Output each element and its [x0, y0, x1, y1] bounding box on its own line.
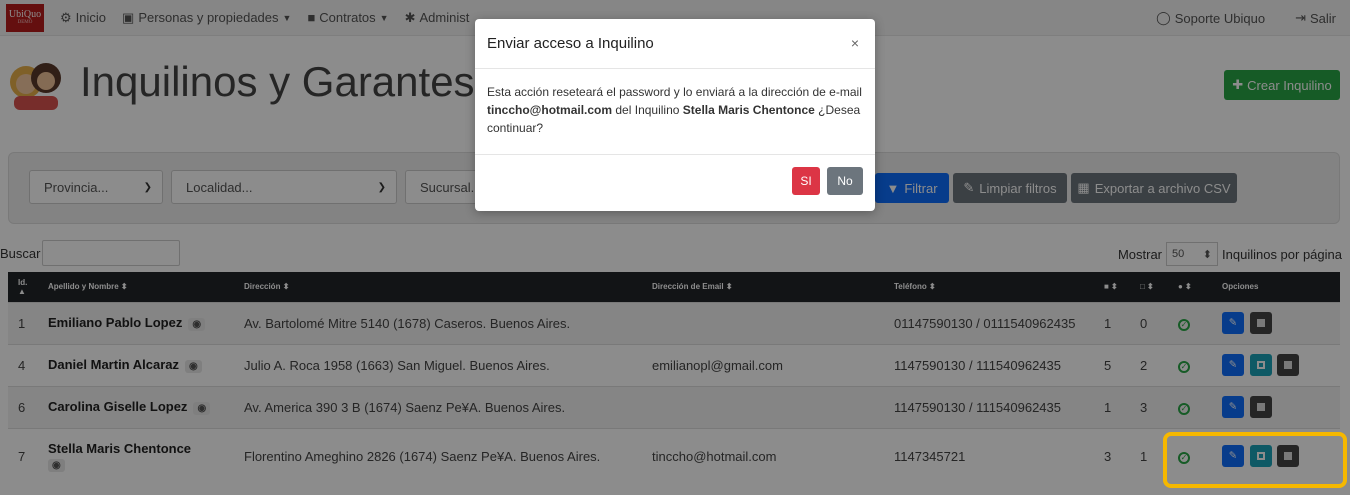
modal-text-2: del Inquilino — [612, 103, 683, 117]
modal-text-1: Esta acción reseteará el password y lo e… — [487, 85, 862, 99]
modal-title: Enviar acceso a Inquilino — [487, 35, 654, 52]
modal-footer: SI No — [475, 155, 875, 207]
modal-tenant-name: Stella Maris Chentonce — [682, 103, 815, 117]
modal-email: tinccho@hotmail.com — [487, 103, 613, 117]
yes-button[interactable]: SI — [792, 167, 820, 195]
close-icon[interactable]: × — [851, 35, 859, 51]
highlight-box — [1163, 432, 1347, 488]
modal-body: Esta acción reseteará el password y lo e… — [475, 69, 875, 155]
confirm-modal: Enviar acceso a Inquilino × Esta acción … — [475, 19, 875, 211]
no-button[interactable]: No — [827, 167, 863, 195]
modal-header: Enviar acceso a Inquilino — [475, 19, 875, 69]
